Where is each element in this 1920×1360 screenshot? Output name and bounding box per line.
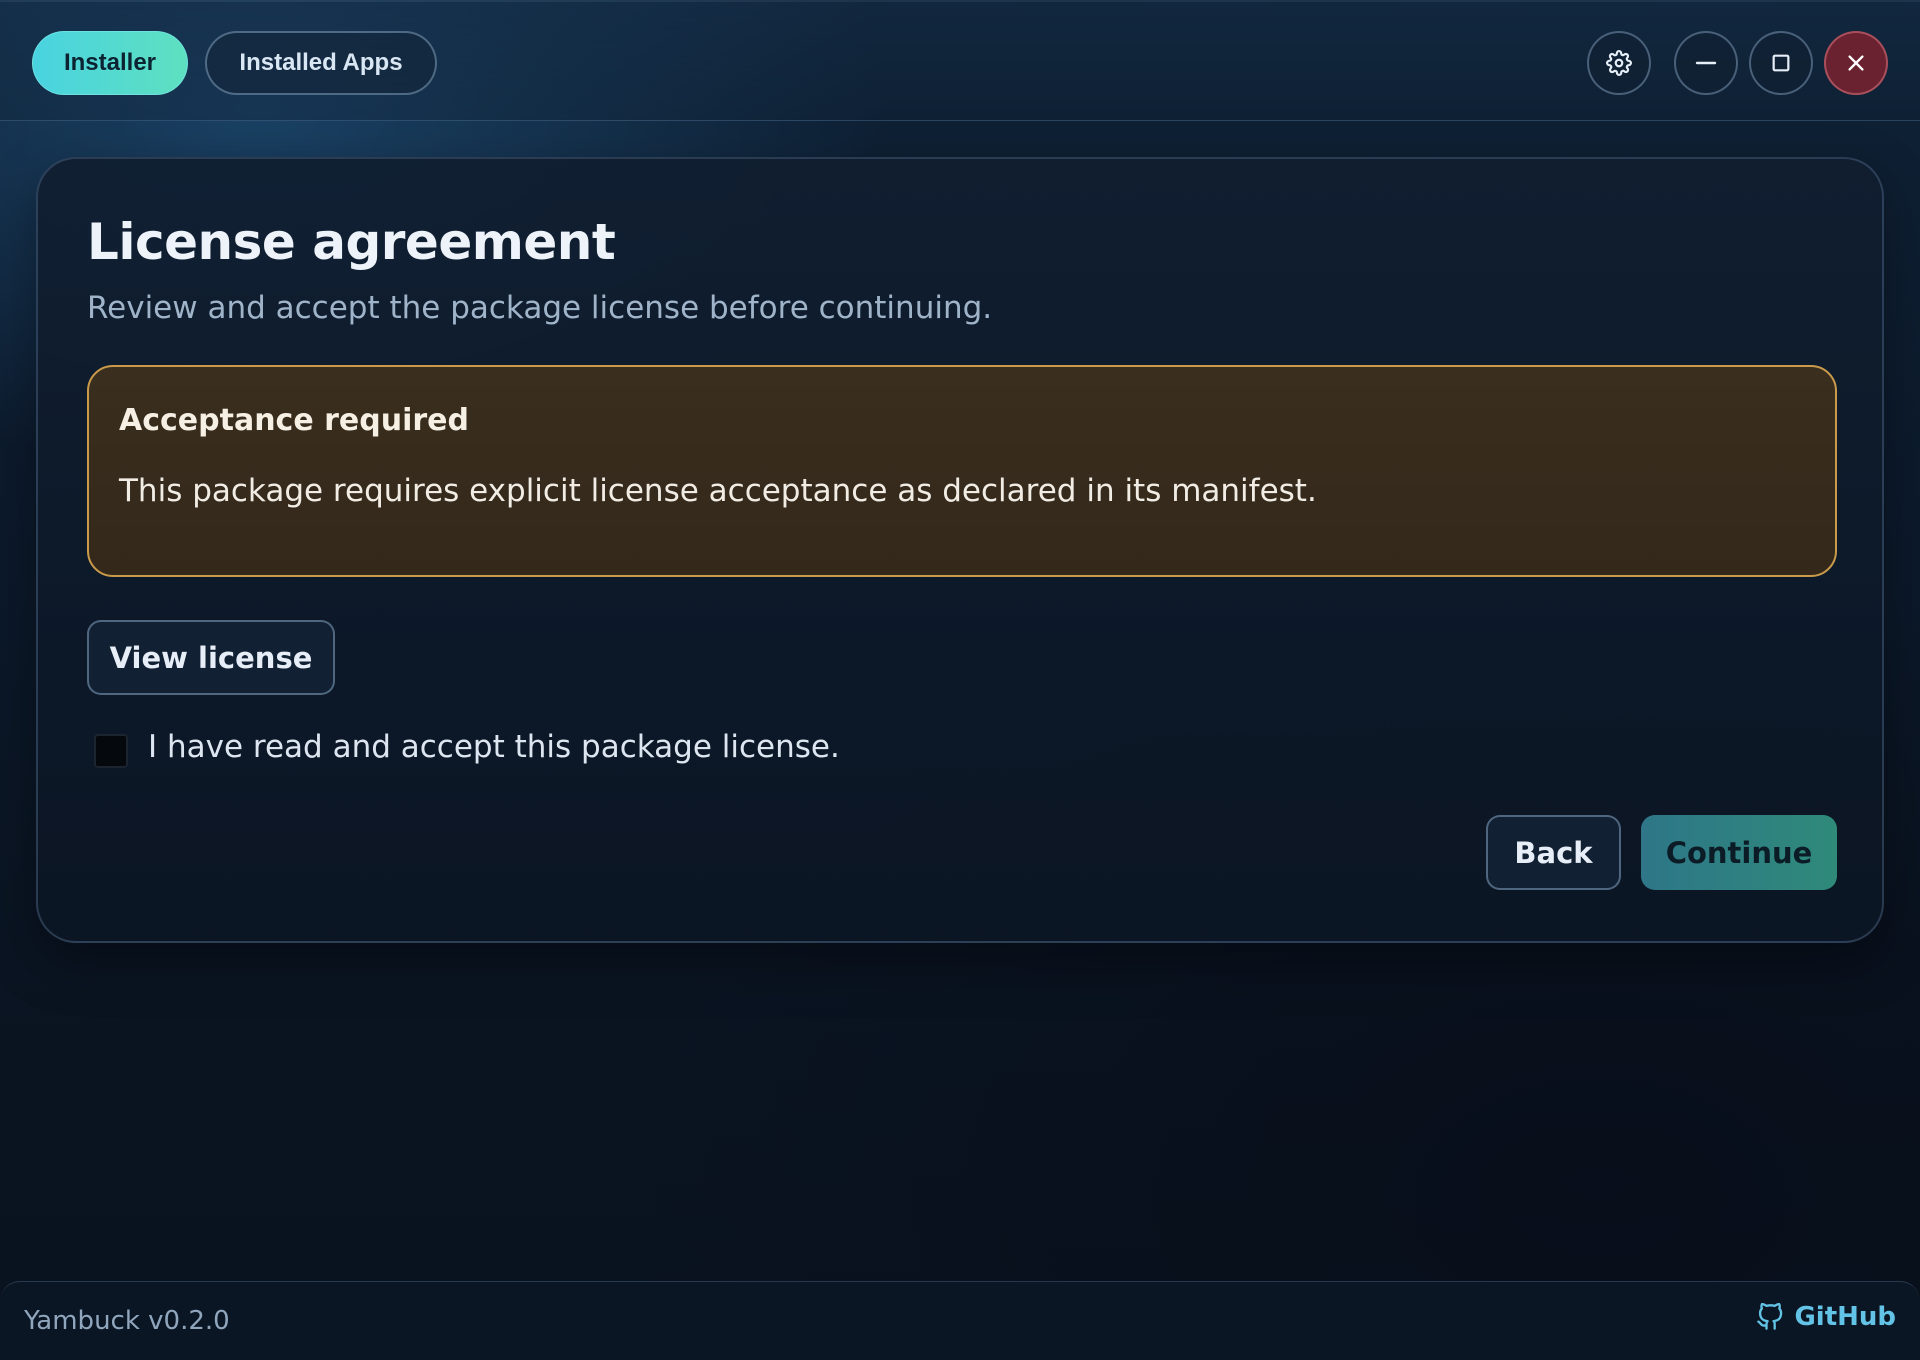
- github-link[interactable]: GitHub: [1756, 1302, 1896, 1332]
- accept-license-label[interactable]: I have read and accept this package lice…: [148, 729, 840, 765]
- minimize-icon: [1695, 61, 1717, 65]
- notice-title: Acceptance required: [119, 403, 469, 438]
- tab-installed-apps[interactable]: Installed Apps: [205, 31, 437, 95]
- github-label[interactable]: GitHub: [1794, 1302, 1896, 1332]
- settings-icon: [1606, 50, 1632, 76]
- footer: Yambuck v0.2.0 GitHub: [0, 1281, 1920, 1360]
- close-button[interactable]: [1824, 31, 1888, 95]
- maximize-button[interactable]: [1749, 31, 1813, 95]
- acceptance-notice: Acceptance required This package require…: [87, 365, 1837, 577]
- close-icon: [1848, 55, 1864, 71]
- minimize-button[interactable]: [1674, 31, 1738, 95]
- page-title: License agreement: [87, 213, 616, 271]
- continue-button[interactable]: Continue: [1641, 815, 1837, 890]
- maximize-icon: [1772, 54, 1790, 72]
- page-subtitle: Review and accept the package license be…: [87, 290, 993, 326]
- settings-button[interactable]: [1587, 31, 1651, 95]
- notice-text: This package requires explicit license a…: [119, 473, 1317, 509]
- tab-installer[interactable]: Installer: [32, 31, 188, 95]
- accept-license-checkbox[interactable]: [94, 734, 128, 768]
- view-license-button[interactable]: View license: [87, 620, 335, 695]
- github-icon: [1757, 1303, 1783, 1330]
- app-version: Yambuck v0.2.0: [24, 1306, 230, 1336]
- license-card: License agreement Review and accept the …: [36, 157, 1884, 943]
- top-bar: Installer Installed Apps: [0, 0, 1920, 121]
- back-button[interactable]: Back: [1486, 815, 1621, 890]
